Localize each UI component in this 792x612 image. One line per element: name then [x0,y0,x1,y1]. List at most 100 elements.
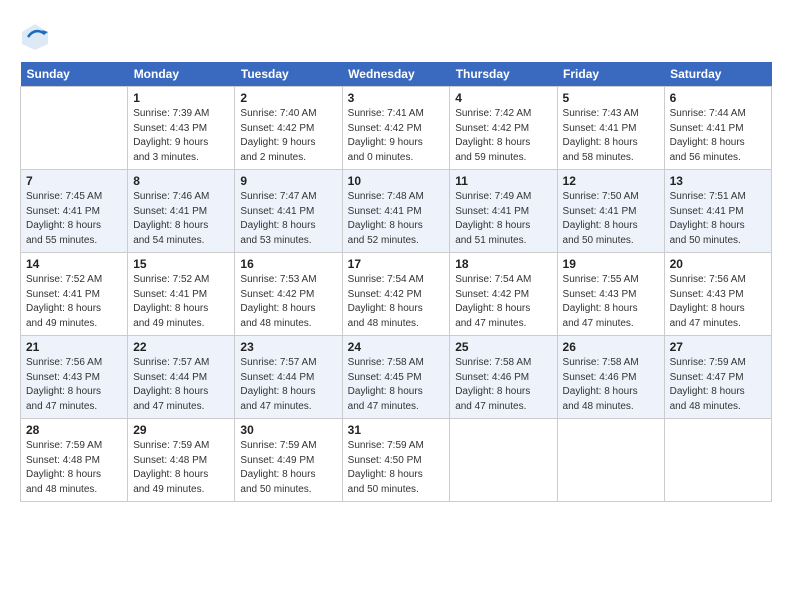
calendar-cell: 19 Sunrise: 7:55 AM Sunset: 4:43 PM Dayli… [557,253,664,336]
header [20,18,772,52]
calendar-cell: 28 Sunrise: 7:59 AM Sunset: 4:48 PM Dayli… [21,419,128,502]
cell-info: Sunrise: 7:56 AM Sunset: 4:43 PM Dayligh… [670,273,766,331]
day-number: 16 [240,257,336,271]
calendar-cell: 31 Sunrise: 7:59 AM Sunset: 4:50 PM Dayli… [342,419,450,502]
calendar-cell: 29 Sunrise: 7:59 AM Sunset: 4:48 PM Dayli… [128,419,235,502]
calendar-cell: 16 Sunrise: 7:53 AM Sunset: 4:42 PM Dayli… [235,253,342,336]
cell-info: Sunrise: 7:41 AM Sunset: 4:42 PM Dayligh… [348,107,445,165]
day-number: 26 [563,340,659,354]
day-number: 24 [348,340,445,354]
calendar-cell: 15Sunrise: 7:52 AM Sunset: 4:41 PM Dayli… [128,253,235,336]
calendar-cell: 20 Sunrise: 7:56 AM Sunset: 4:43 PM Dayli… [664,253,771,336]
calendar-cell: 24 Sunrise: 7:58 AM Sunset: 4:45 PM Dayli… [342,336,450,419]
day-number: 10 [348,174,445,188]
week-row-3: 14 Sunrise: 7:52 AM Sunset: 4:41 PM Dayli… [21,253,772,336]
cell-info: Sunrise: 7:59 AM Sunset: 4:47 PM Dayligh… [670,356,766,414]
day-number: 30 [240,423,336,437]
calendar-cell: 11 Sunrise: 7:49 AM Sunset: 4:41 PM Dayli… [450,170,557,253]
calendar-cell: 27 Sunrise: 7:59 AM Sunset: 4:47 PM Dayli… [664,336,771,419]
week-row-5: 28 Sunrise: 7:59 AM Sunset: 4:48 PM Dayli… [21,419,772,502]
day-number: 29 [133,423,229,437]
logo-icon [20,22,50,52]
calendar-cell: 12 Sunrise: 7:50 AM Sunset: 4:41 PM Dayli… [557,170,664,253]
calendar-cell: 2 Sunrise: 7:40 AM Sunset: 4:42 PM Daylig… [235,87,342,170]
day-number: 12 [563,174,659,188]
day-number: 1 [133,91,229,105]
cell-info: Sunrise: 7:54 AM Sunset: 4:42 PM Dayligh… [455,273,551,331]
weekday-header-tuesday: Tuesday [235,62,342,87]
day-number: 27 [670,340,766,354]
cell-info: Sunrise: 7:49 AM Sunset: 4:41 PM Dayligh… [455,190,551,248]
cell-info: Sunrise: 7:50 AM Sunset: 4:41 PM Dayligh… [563,190,659,248]
page-container: SundayMondayTuesdayWednesdayThursdayFrid… [0,0,792,512]
cell-info: Sunrise: 7:51 AM Sunset: 4:41 PM Dayligh… [670,190,766,248]
day-number: 8 [133,174,229,188]
weekday-header-row: SundayMondayTuesdayWednesdayThursdayFrid… [21,62,772,87]
calendar-cell: 9 Sunrise: 7:47 AM Sunset: 4:41 PM Daylig… [235,170,342,253]
calendar-cell [21,87,128,170]
week-row-1: 1Sunrise: 7:39 AM Sunset: 4:43 PM Daylig… [21,87,772,170]
day-number: 20 [670,257,766,271]
calendar-cell [557,419,664,502]
day-number: 19 [563,257,659,271]
calendar-cell: 6Sunrise: 7:44 AM Sunset: 4:41 PM Daylig… [664,87,771,170]
cell-info: Sunrise: 7:42 AM Sunset: 4:42 PM Dayligh… [455,107,551,165]
calendar-cell [664,419,771,502]
cell-info: Sunrise: 7:55 AM Sunset: 4:43 PM Dayligh… [563,273,659,331]
calendar-cell: 13 Sunrise: 7:51 AM Sunset: 4:41 PM Dayli… [664,170,771,253]
cell-info: Sunrise: 7:58 AM Sunset: 4:45 PM Dayligh… [348,356,445,414]
weekday-header-thursday: Thursday [450,62,557,87]
calendar-cell: 22 Sunrise: 7:57 AM Sunset: 4:44 PM Dayli… [128,336,235,419]
day-number: 7 [26,174,122,188]
calendar-cell: 7 Sunrise: 7:45 AM Sunset: 4:41 PM Daylig… [21,170,128,253]
week-row-2: 7 Sunrise: 7:45 AM Sunset: 4:41 PM Daylig… [21,170,772,253]
day-number: 9 [240,174,336,188]
day-number: 11 [455,174,551,188]
calendar-cell: 8Sunrise: 7:46 AM Sunset: 4:41 PM Daylig… [128,170,235,253]
weekday-header-sunday: Sunday [21,62,128,87]
cell-info: Sunrise: 7:59 AM Sunset: 4:48 PM Dayligh… [133,439,229,497]
weekday-header-friday: Friday [557,62,664,87]
cell-info: Sunrise: 7:47 AM Sunset: 4:41 PM Dayligh… [240,190,336,248]
cell-info: Sunrise: 7:56 AM Sunset: 4:43 PM Dayligh… [26,356,122,414]
cell-info: Sunrise: 7:57 AM Sunset: 4:44 PM Dayligh… [133,356,229,414]
cell-info: Sunrise: 7:53 AM Sunset: 4:42 PM Dayligh… [240,273,336,331]
calendar-table: SundayMondayTuesdayWednesdayThursdayFrid… [20,62,772,502]
cell-info: Sunrise: 7:43 AM Sunset: 4:41 PM Dayligh… [563,107,659,165]
calendar-cell: 21 Sunrise: 7:56 AM Sunset: 4:43 PM Dayli… [21,336,128,419]
day-number: 18 [455,257,551,271]
cell-info: Sunrise: 7:59 AM Sunset: 4:49 PM Dayligh… [240,439,336,497]
day-number: 2 [240,91,336,105]
calendar-cell: 3 Sunrise: 7:41 AM Sunset: 4:42 PM Daylig… [342,87,450,170]
day-number: 4 [455,91,551,105]
day-number: 13 [670,174,766,188]
day-number: 28 [26,423,122,437]
cell-info: Sunrise: 7:59 AM Sunset: 4:48 PM Dayligh… [26,439,122,497]
calendar-cell: 10Sunrise: 7:48 AM Sunset: 4:41 PM Dayli… [342,170,450,253]
calendar-cell: 25Sunrise: 7:58 AM Sunset: 4:46 PM Dayli… [450,336,557,419]
cell-info: Sunrise: 7:59 AM Sunset: 4:50 PM Dayligh… [348,439,445,497]
day-number: 17 [348,257,445,271]
cell-info: Sunrise: 7:52 AM Sunset: 4:41 PM Dayligh… [26,273,122,331]
calendar-cell [450,419,557,502]
weekday-header-saturday: Saturday [664,62,771,87]
calendar-cell: 4 Sunrise: 7:42 AM Sunset: 4:42 PM Daylig… [450,87,557,170]
calendar-cell: 18 Sunrise: 7:54 AM Sunset: 4:42 PM Dayli… [450,253,557,336]
day-number: 21 [26,340,122,354]
day-number: 5 [563,91,659,105]
day-number: 22 [133,340,229,354]
calendar-cell: 23Sunrise: 7:57 AM Sunset: 4:44 PM Dayli… [235,336,342,419]
week-row-4: 21 Sunrise: 7:56 AM Sunset: 4:43 PM Dayli… [21,336,772,419]
day-number: 3 [348,91,445,105]
day-number: 31 [348,423,445,437]
weekday-header-monday: Monday [128,62,235,87]
cell-info: Sunrise: 7:44 AM Sunset: 4:41 PM Dayligh… [670,107,766,165]
cell-info: Sunrise: 7:54 AM Sunset: 4:42 PM Dayligh… [348,273,445,331]
calendar-cell: 1Sunrise: 7:39 AM Sunset: 4:43 PM Daylig… [128,87,235,170]
day-number: 14 [26,257,122,271]
cell-info: Sunrise: 7:45 AM Sunset: 4:41 PM Dayligh… [26,190,122,248]
calendar-cell: 30 Sunrise: 7:59 AM Sunset: 4:49 PM Dayli… [235,419,342,502]
calendar-cell: 14 Sunrise: 7:52 AM Sunset: 4:41 PM Dayli… [21,253,128,336]
cell-info: Sunrise: 7:40 AM Sunset: 4:42 PM Dayligh… [240,107,336,165]
day-number: 23 [240,340,336,354]
